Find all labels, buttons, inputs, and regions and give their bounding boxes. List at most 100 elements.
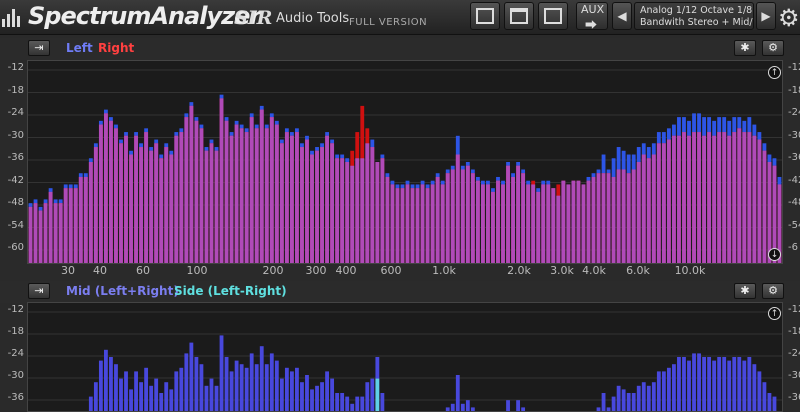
series-a-bar: [601, 393, 606, 411]
series-a-bar: [229, 371, 234, 411]
overlap-bar: [194, 120, 199, 263]
overlap-bar: [405, 184, 410, 263]
preset-next-button[interactable]: ▶: [756, 2, 776, 30]
overlap-bar: [300, 147, 304, 263]
title-bar: SpectrumAnalyzer SIR Audio Tools FULL VE…: [0, 0, 800, 35]
series-a-bar: [169, 389, 174, 411]
overlap-bar: [501, 184, 505, 263]
overlap-bar: [697, 132, 701, 263]
series-a-bar: [264, 364, 269, 411]
overlap-bar: [93, 147, 98, 263]
series-a-bar: [300, 382, 304, 411]
x-axis-label: 400: [335, 264, 357, 277]
series-a-bar: [134, 371, 138, 411]
spectrum-plot-left-right[interactable]: ↑ ↓: [27, 60, 783, 264]
y-axis-label-right: -24: [788, 348, 800, 359]
panel1-freeze-button[interactable]: ✱: [734, 40, 756, 56]
series-a-bar: [139, 382, 144, 411]
main-settings-gear-icon[interactable]: ⚙: [778, 4, 800, 32]
series-a-bar: [742, 360, 747, 411]
panel2-input-button[interactable]: ⇥: [28, 283, 50, 299]
series-a-bar: [470, 407, 475, 411]
scroll-up-icon-2[interactable]: ↑: [768, 307, 781, 320]
overlap-bar: [481, 184, 485, 263]
y-axis-label: -36: [7, 392, 24, 403]
series-a-bar: [370, 378, 375, 411]
preset-prev-button[interactable]: ◀: [612, 2, 632, 30]
layout-split-button[interactable]: [504, 2, 534, 30]
overlap-bar: [682, 132, 686, 263]
series-a-bar: [712, 360, 717, 411]
y-axis-label: -48: [7, 197, 24, 208]
panel1-settings-button[interactable]: ⚙: [762, 40, 784, 56]
panel2-settings-button[interactable]: ⚙: [762, 283, 784, 299]
overlap-bar: [345, 162, 350, 263]
overlap-bar: [53, 203, 58, 263]
scroll-down-icon[interactable]: ↓: [768, 248, 781, 261]
series-a-bar: [93, 382, 98, 411]
y-axis-label: -18: [7, 84, 24, 96]
x-axis-label: 30: [61, 264, 75, 277]
overlap-bar: [531, 184, 536, 263]
series-a-bar: [455, 375, 460, 411]
series-a-bar: [666, 367, 671, 411]
series-a-bar: [249, 353, 254, 411]
scroll-up-icon[interactable]: ↑: [768, 66, 781, 79]
panel2-header: ⇥ Mid (Left+Right) Side (Left-Right) ✱ ⚙: [0, 281, 800, 303]
series-a-bar: [697, 353, 701, 411]
overlap-bar: [415, 188, 420, 263]
overlap-bar: [717, 132, 722, 263]
series-a-bar: [380, 393, 385, 411]
series-a-bar: [450, 403, 455, 411]
overlap-bar: [440, 184, 445, 263]
layout-full-button[interactable]: [538, 2, 568, 30]
layout-single-button[interactable]: [470, 2, 500, 30]
settings-info-display[interactable]: Analog 1/12 Octave 1/8 Bandwith Stereo +…: [634, 2, 754, 30]
overlap-bar: [702, 135, 706, 263]
panel2-freeze-button[interactable]: ✱: [734, 283, 756, 299]
overlap-bar: [626, 173, 631, 263]
overlap-bar: [727, 135, 732, 263]
overlap-bar: [149, 150, 154, 263]
overlap-bar: [370, 147, 375, 263]
x-axis-label: 40: [93, 264, 107, 277]
overlap-bar: [199, 128, 204, 263]
series-a-bar: [325, 371, 329, 411]
series-a-bar: [732, 357, 737, 411]
series-a-bar: [631, 393, 636, 411]
x-axis-label: 1.0k: [432, 264, 456, 277]
overlap-bar: [747, 132, 752, 263]
series-a-bar: [174, 371, 179, 411]
x-axis-label: 100: [186, 264, 208, 277]
overlap-bar: [239, 128, 244, 263]
overlap-bar: [38, 210, 43, 263]
layout-single-icon: [476, 8, 494, 24]
series-a-bar: [305, 375, 309, 411]
spectrum-chart-svg: [28, 69, 782, 263]
overlap-bar: [526, 184, 531, 263]
overlap-bar: [114, 128, 118, 263]
series-a-bar: [506, 400, 510, 411]
overlap-bar: [320, 147, 324, 263]
y-axis-label-right: -24: [788, 107, 800, 118]
series-a-bar: [315, 385, 319, 411]
series-a-bar: [189, 342, 194, 411]
series-a-bar: [109, 357, 113, 411]
overlap-bar: [666, 139, 671, 263]
series-a-bar: [737, 357, 742, 411]
series-a-bar: [124, 371, 128, 411]
overlap-bar: [737, 128, 742, 263]
overlap-bar: [430, 184, 435, 263]
overlap-bar: [310, 154, 314, 263]
panel1-input-button[interactable]: ⇥: [28, 40, 50, 56]
overlap-bar: [274, 124, 279, 263]
overlap-bar: [340, 158, 345, 263]
overlap-bar: [687, 135, 691, 263]
aux-button[interactable]: AUX ⮕: [576, 2, 608, 32]
overlap-bar: [174, 135, 179, 263]
spectrum-plot-mid-side[interactable]: ↑: [27, 302, 783, 412]
panel1-header: ⇥ Left Right ✱ ⚙: [0, 38, 800, 60]
y-axis-label-right: -30: [788, 129, 800, 141]
series-a-bar: [606, 407, 611, 411]
overlap-bar: [78, 176, 83, 263]
